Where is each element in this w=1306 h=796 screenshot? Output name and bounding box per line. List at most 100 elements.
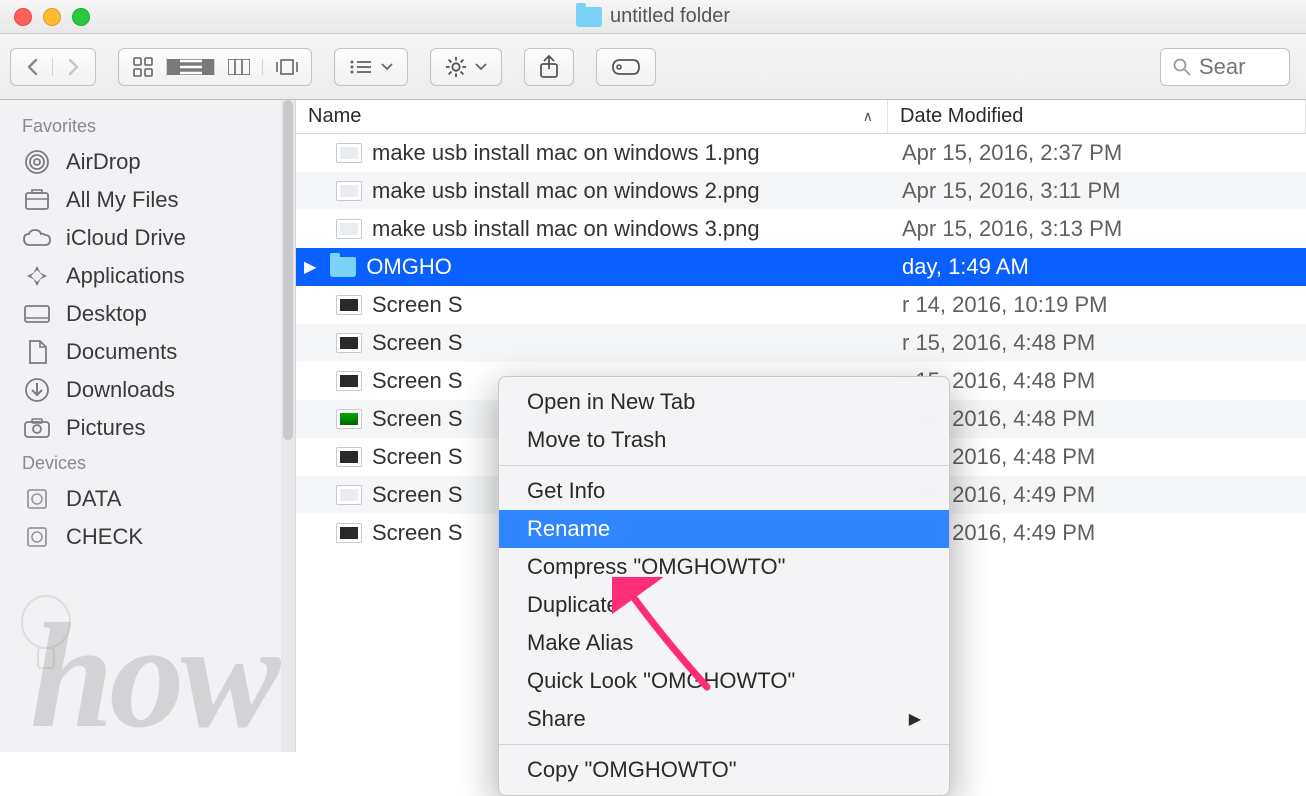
forward-button[interactable] [53,58,95,76]
file-name: OMGHO [366,254,452,280]
menu-item-label: Open in New Tab [527,389,695,415]
image-file-icon [336,371,362,391]
menu-item[interactable]: Share▶ [499,700,949,738]
file-date: r 15, 2016, 4:48 PM [888,444,1306,470]
sidebar-item-label: AirDrop [66,149,141,175]
tag-icon [611,57,641,77]
menu-separator [499,744,949,745]
image-file-icon [336,333,362,353]
file-date: r 15, 2016, 4:49 PM [888,520,1306,546]
disclosure-triangle-icon[interactable]: ▶ [304,257,316,277]
menu-item[interactable]: Open in New Tab [499,383,949,421]
sidebar-item-disk-data[interactable]: DATA [0,480,295,518]
airdrop-icon [22,149,52,175]
column-header-name[interactable]: Name ∧ [296,100,888,133]
tags-button[interactable] [596,48,656,86]
search-field[interactable] [1160,48,1290,86]
file-date: Apr 15, 2016, 3:13 PM [888,216,1306,242]
sidebar-item-downloads[interactable]: Downloads [0,371,295,409]
sidebar-scrollbar-track[interactable] [281,100,295,752]
sidebar-item-label: DATA [66,486,121,512]
image-file-icon [336,295,362,315]
sidebar-item-disk-check[interactable]: CHECK [0,518,295,556]
view-mode-segment [118,48,312,86]
menu-item[interactable]: Compress "OMGHOWTO" [499,548,949,586]
menu-separator [499,465,949,466]
column-header-date[interactable]: Date Modified [888,100,1306,133]
disk-icon [22,524,52,550]
sidebar-item-all-my-files[interactable]: All My Files [0,181,295,219]
window-title: untitled folder [576,5,730,28]
downloads-icon [22,377,52,403]
file-name: Screen S [372,520,463,546]
menu-item-label: Get Info [527,478,605,504]
image-file-icon [336,523,362,543]
image-file-icon [336,181,362,201]
sidebar-item-icloud[interactable]: iCloud Drive [0,219,295,257]
all-my-files-icon [22,187,52,213]
back-button[interactable] [11,58,53,76]
gear-icon [445,56,467,78]
file-date: r 15, 2016, 4:48 PM [888,406,1306,432]
share-button[interactable] [524,48,574,86]
sidebar: Favorites AirDrop All My Files iCloud Dr… [0,100,296,752]
sidebar-item-label: Applications [66,263,185,289]
menu-item[interactable]: Quick Look "OMGHOWTO" [499,662,949,700]
table-row[interactable]: make usb install mac on windows 1.pngApr… [296,134,1306,172]
sidebar-item-airdrop[interactable]: AirDrop [0,143,295,181]
sidebar-item-desktop[interactable]: Desktop [0,295,295,333]
menu-item-label: Share [527,706,586,732]
applications-icon [22,263,52,289]
table-row[interactable]: Screen S r 15, 2016, 4:48 PM [296,324,1306,362]
table-row[interactable]: make usb install mac on windows 3.pngApr… [296,210,1306,248]
sidebar-item-applications[interactable]: Applications [0,257,295,295]
file-name: Screen S [372,482,463,508]
folder-icon [576,7,602,27]
column-view-button[interactable] [215,59,263,75]
share-icon [539,55,559,79]
sidebar-item-pictures[interactable]: Pictures [0,409,295,447]
search-input[interactable] [1199,54,1269,80]
table-row[interactable]: make usb install mac on windows 2.pngApr… [296,172,1306,210]
sidebar-item-label: Pictures [66,415,145,441]
sidebar-item-label: All My Files [66,187,178,213]
icon-view-button[interactable] [119,57,167,77]
folder-icon [330,257,356,277]
table-row[interactable]: ▶OMGHOday, 1:49 AM [296,248,1306,286]
menu-item[interactable]: Rename [499,510,949,548]
menu-item[interactable]: Make Alias [499,624,949,662]
table-row[interactable]: Screen Sr 14, 2016, 10:19 PM [296,286,1306,324]
menu-item[interactable]: Duplicate [499,586,949,624]
column-headers: Name ∧ Date Modified [296,100,1306,134]
file-name: Screen S [372,444,463,470]
action-button[interactable] [430,48,502,86]
menu-item-label: Move to Trash [527,427,666,453]
menu-item[interactable]: Copy "OMGHOWTO" [499,751,949,789]
arrange-button[interactable] [334,48,408,86]
nav-buttons [10,48,96,86]
menu-item-label: Compress "OMGHOWTO" [527,554,785,580]
sidebar-item-label: CHECK [66,524,143,550]
image-file-icon [336,219,362,239]
menu-item-label: Make Alias [527,630,633,656]
menu-item[interactable]: Move to Trash [499,421,949,459]
file-name: Screen S [372,330,463,356]
sidebar-item-documents[interactable]: Documents [0,333,295,371]
coverflow-view-button[interactable] [263,59,311,75]
file-date: r 14, 2016, 10:19 PM [888,292,1306,318]
minimize-window-button[interactable] [43,8,61,26]
image-file-icon [336,143,362,163]
file-date: r 15, 2016, 4:48 PM [888,330,1306,356]
sidebar-item-label: Downloads [66,377,175,403]
zoom-window-button[interactable] [72,8,90,26]
menu-item[interactable]: Get Info [499,472,949,510]
list-view-button[interactable] [167,59,215,75]
close-window-button[interactable] [14,8,32,26]
desktop-icon [22,301,52,327]
file-name: make usb install mac on windows 2.png [372,178,760,204]
sidebar-scrollbar-thumb[interactable] [283,100,293,440]
pictures-icon [22,415,52,441]
icloud-icon [22,225,52,251]
file-date: r 15, 2016, 4:49 PM [888,482,1306,508]
menu-item-label: Quick Look "OMGHOWTO" [527,668,795,694]
